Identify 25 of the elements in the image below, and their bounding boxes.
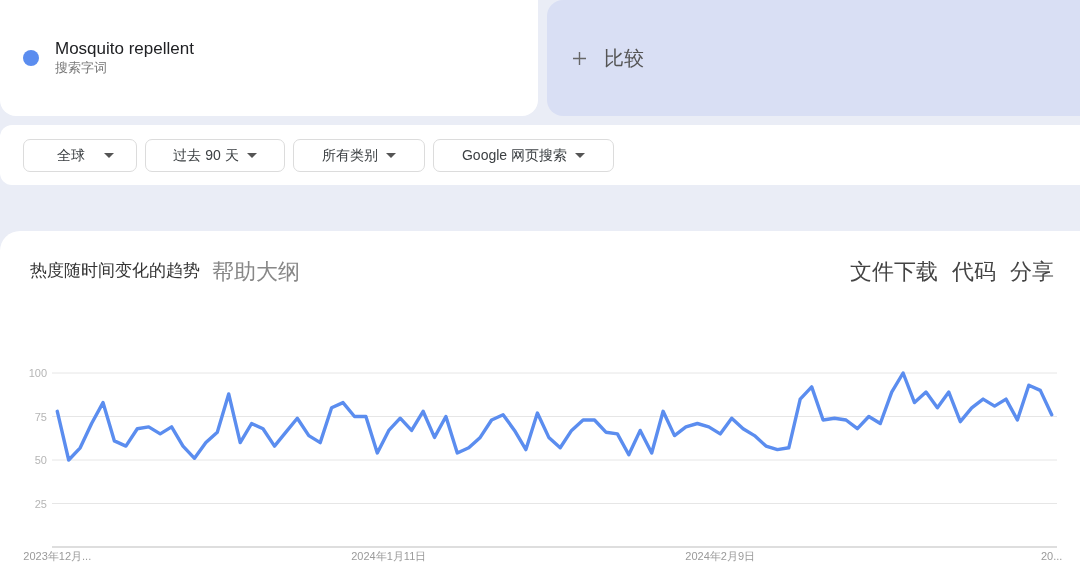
caret-icon: [386, 152, 396, 158]
filter-dropdown[interactable]: 全球: [23, 138, 137, 172]
chart-title: 热度随时间变化的趋势: [30, 260, 200, 283]
caret-icon: [246, 152, 257, 158]
filter-dropdown[interactable]: 过去 90 天: [145, 138, 285, 172]
filter-dropdown[interactable]: Google 网页搜索: [433, 138, 614, 172]
x-tick-label: 2023年12月...: [23, 550, 92, 562]
x-tick-label: 20...: [1041, 550, 1063, 562]
action-link[interactable]: 分享: [1010, 254, 1054, 288]
help-link[interactable]: 帮助大纲: [212, 254, 300, 288]
y-tick-label: 25: [34, 497, 47, 510]
caret-icon: [104, 152, 114, 158]
x-tick-label: 2024年2月9日: [685, 550, 756, 562]
action-link[interactable]: 代码: [952, 254, 996, 288]
action-link[interactable]: 文件下载: [850, 254, 938, 288]
y-tick-label: 75: [34, 410, 47, 423]
compare-button[interactable]: 比较: [547, 0, 1080, 116]
search-term: Mosquito repellent: [55, 39, 194, 59]
term-type-label: 搜索字词: [55, 59, 108, 77]
caret-icon: [575, 152, 585, 158]
filter-dropdown[interactable]: 所有类别: [293, 138, 425, 172]
plus-icon: [573, 51, 586, 65]
y-tick-label: 100: [28, 367, 47, 379]
y-tick-label: 50: [34, 454, 47, 466]
x-tick-label: 2024年1月11日: [351, 550, 427, 562]
